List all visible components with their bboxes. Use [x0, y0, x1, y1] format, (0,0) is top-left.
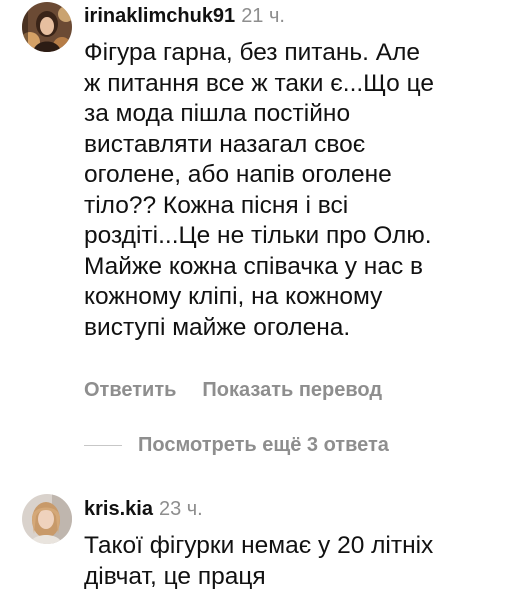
- comment-text-line: кожному кліпі, на кожному: [84, 283, 383, 310]
- comment-text-line: виступі майже оголена.: [84, 313, 351, 341]
- comment-header: kris.kia 23 ч.: [84, 497, 203, 521]
- comment-text-line: Фігура гарна, без питань. Але: [84, 39, 421, 66]
- comment-text-line: оголене, або напів оголене: [84, 161, 392, 188]
- comment-text-line: ж питання все ж таки є...Що це: [84, 69, 434, 97]
- comment-text-line: Такої фігурки немає у 20 літніх: [84, 532, 434, 559]
- username[interactable]: irinaklimchuk91: [84, 5, 235, 27]
- comment-text-line: роздіті...Це не тільки про Олю.: [84, 222, 432, 249]
- comment-header: irinaklimchuk91 21 ч.: [84, 4, 285, 28]
- comment-text-line: тіло?? Кожна пісня і всі: [84, 191, 349, 219]
- comment-text-line: виставляти назагал своє: [84, 130, 366, 158]
- username[interactable]: kris.kia: [84, 498, 153, 520]
- view-more-replies-label: Посмотреть ещё 3 ответа: [138, 433, 389, 456]
- replies-divider-line: [84, 444, 122, 446]
- comment-text-line: за мода пішла постійно: [84, 100, 351, 127]
- timestamp: 21 ч.: [241, 5, 285, 27]
- comment-text-line: Майже кожна співачка у нас в: [84, 252, 424, 280]
- avatar-irinaklimchuk91[interactable]: [22, 2, 72, 52]
- view-more-replies-button[interactable]: Посмотреть ещё 3 ответа: [84, 430, 389, 460]
- comment-text: Такої фігурки немає у 20 літніх дівчат, …: [84, 531, 499, 592]
- timestamp: 23 ч.: [158, 498, 203, 520]
- show-translation-button[interactable]: Показать перевод: [202, 379, 382, 401]
- avatar-image: [22, 494, 72, 544]
- avatar-kris-kia[interactable]: [22, 494, 72, 544]
- reply-button[interactable]: Ответить: [84, 379, 176, 401]
- avatar-image: [22, 2, 72, 52]
- comment-text: Фігура гарна, без питань. Але ж питання …: [84, 38, 499, 343]
- comment-text-line: дівчат, це праця: [84, 562, 266, 590]
- comment-actions: Ответить Показать перевод: [84, 378, 382, 402]
